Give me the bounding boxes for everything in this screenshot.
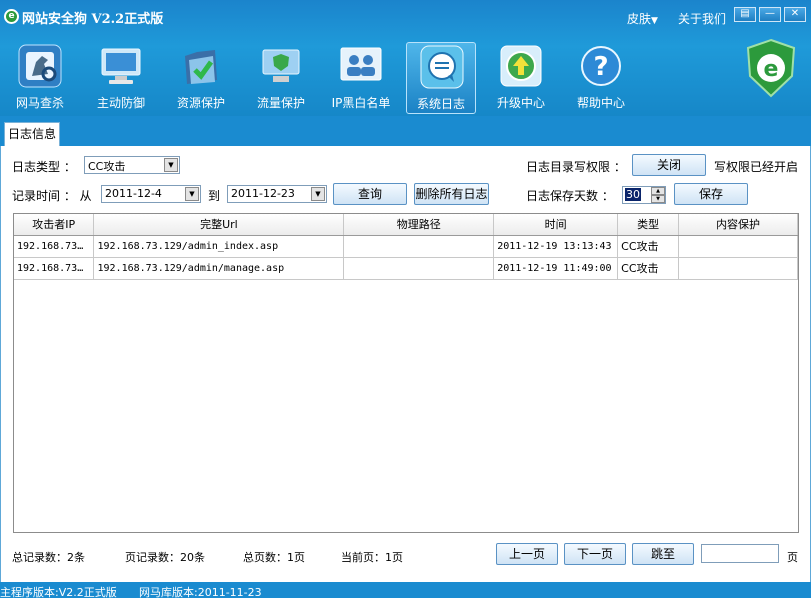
log-type-select[interactable]: CC攻击 ▼ [84, 156, 180, 174]
about-link[interactable]: 关于我们 [678, 10, 726, 27]
table-row[interactable]: 192.168.73… 192.168.73.129/admin/manage.… [14, 257, 798, 280]
to-label: 到 [208, 189, 221, 203]
monitor-shield-icon [101, 48, 141, 84]
cell-ip: 192.168.73… [14, 235, 95, 258]
record-time-label: 记录时间 ： 从 [12, 189, 92, 203]
total-records: 总记录数：2条 [12, 551, 85, 564]
menu-window-button[interactable]: ▤ [734, 7, 756, 22]
prev-page-button[interactable]: 上一页 [496, 543, 558, 565]
cell-type: CC攻击 [617, 257, 680, 280]
horse-scan-icon [18, 44, 62, 88]
tool-active-defense[interactable]: 主动防御 [86, 42, 156, 114]
date-to-value: 2011-12-23 [231, 187, 295, 200]
chevron-down-icon: ▼ [311, 187, 325, 201]
save-button[interactable]: 保存 [674, 183, 748, 205]
write-perm-status: 写权限已经开启 [714, 160, 799, 174]
log-type-value: CC攻击 [88, 160, 126, 173]
date-to-picker[interactable]: 2011-12-23 ▼ [227, 185, 327, 203]
tool-label: 主动防御 [96, 96, 145, 110]
tool-system-log[interactable]: 系统日志 [406, 42, 476, 114]
tab-strip: 日志信息 [0, 116, 811, 146]
keep-days-stepper[interactable]: 30 ▲ ▼ [622, 186, 666, 204]
col-full-url[interactable]: 完整Url [93, 214, 345, 236]
minimize-button[interactable]: — [759, 7, 781, 22]
svg-text:e: e [764, 57, 779, 82]
cell-protect [678, 257, 798, 280]
skin-menu[interactable]: 皮肤▼ [627, 10, 658, 27]
close-perm-button[interactable]: 关闭 [632, 154, 706, 176]
tool-label: 网马查杀 [15, 96, 64, 110]
users-list-icon [340, 47, 382, 81]
page-suffix: 页 [787, 551, 798, 564]
delete-all-logs-button[interactable]: 删除所有日志 [414, 183, 489, 205]
tool-label: IP黑白名单 [331, 96, 391, 110]
write-perm-label: 日志目录写权限 ： [526, 160, 626, 174]
cell-time: 2011-12-19 11:49:00 [493, 257, 619, 280]
screen-shield-icon [262, 49, 300, 82]
chevron-down-icon: ▼ [651, 16, 658, 26]
col-content-protect[interactable]: 内容保护 [678, 214, 798, 236]
keep-days-value: 30 [625, 188, 641, 201]
col-type[interactable]: 类型 [617, 214, 680, 236]
tool-label: 帮助中心 [576, 96, 625, 110]
tool-ip-list[interactable]: IP黑白名单 [326, 42, 396, 114]
log-panel: 日志类型 ： CC攻击 ▼ 日志目录写权限 ： 关闭 写权限已经开启 记录时间 … [0, 146, 811, 582]
chevron-down-icon: ▼ [185, 187, 199, 201]
tool-traffic-protect[interactable]: 流量保护 [246, 42, 316, 114]
log-type-label: 日志类型 ： [12, 160, 76, 174]
page-records: 页记录数：20条 [125, 551, 205, 564]
brand-shield-icon: e [746, 38, 796, 98]
folder-check-icon [185, 50, 217, 84]
cell-type: CC攻击 [617, 235, 680, 258]
cell-time: 2011-12-19 13:13:43 [493, 235, 619, 258]
total-pages: 总页数：1页 [243, 551, 305, 564]
tool-resource-protect[interactable]: 资源保护 [166, 42, 236, 114]
tool-label: 系统日志 [416, 97, 465, 111]
tab-log-info[interactable]: 日志信息 [4, 122, 60, 146]
tool-upgrade-center[interactable]: 升级中心 [486, 42, 556, 114]
chat-log-icon [420, 45, 464, 89]
cell-path [343, 257, 495, 280]
cell-url: 192.168.73.129/admin/manage.asp [93, 257, 345, 280]
page-number-input[interactable] [701, 544, 779, 563]
table-header-row: 攻击者IP 完整Url 物理路径 时间 类型 内容保护 [14, 214, 798, 236]
title-bar: e 网站安全狗 V2.2正式版 皮肤▼ 关于我们 ▤ — ✕ [0, 0, 811, 34]
tool-horse-scan[interactable]: 网马查杀 [5, 42, 75, 114]
col-physical-path[interactable]: 物理路径 [343, 214, 495, 236]
cell-path [343, 235, 495, 258]
current-page: 当前页：1页 [341, 551, 403, 564]
app-logo-icon: e [4, 9, 19, 24]
top-banner: e 网站安全狗 V2.2正式版 皮肤▼ 关于我们 ▤ — ✕ 网马查杀 主动防御… [0, 0, 811, 116]
db-version: 网马库版本:2011-11-23 [139, 586, 262, 598]
keep-days-label: 日志保存天数 ： [526, 189, 614, 203]
app-title: 网站安全狗 V2.2正式版 [22, 12, 164, 27]
chevron-down-icon: ▼ [164, 158, 178, 172]
main-version: 主程序版本:V2.2正式版 [0, 586, 117, 598]
skin-label: 皮肤 [627, 12, 652, 26]
tool-label: 流量保护 [256, 96, 305, 110]
jump-button[interactable]: 跳至 [632, 543, 694, 565]
cell-url: 192.168.73.129/admin_index.asp [93, 235, 345, 258]
date-from-value: 2011-12-4 [105, 187, 162, 200]
cell-ip: 192.168.73… [14, 257, 95, 280]
date-from-picker[interactable]: 2011-12-4 ▼ [101, 185, 201, 203]
next-page-button[interactable]: 下一页 [564, 543, 626, 565]
query-button[interactable]: 查询 [333, 183, 407, 205]
spin-down-icon[interactable]: ▼ [651, 195, 665, 203]
svg-text:?: ? [593, 52, 608, 82]
spin-up-icon[interactable]: ▲ [651, 187, 665, 195]
col-attacker-ip[interactable]: 攻击者IP [14, 214, 95, 236]
col-time[interactable]: 时间 [493, 214, 619, 236]
tool-label: 资源保护 [176, 96, 225, 110]
upgrade-arrow-icon [500, 45, 542, 87]
status-bar: 主程序版本:V2.2正式版 网马库版本:2011-11-23 [0, 582, 811, 598]
cell-protect [678, 235, 798, 258]
log-table[interactable]: 攻击者IP 完整Url 物理路径 时间 类型 内容保护 192.168.73… … [13, 213, 799, 533]
tool-label: 升级中心 [496, 96, 545, 110]
help-question-icon: ? [581, 46, 621, 86]
table-row[interactable]: 192.168.73… 192.168.73.129/admin_index.a… [14, 235, 798, 258]
tool-help-center[interactable]: ? 帮助中心 [566, 42, 636, 114]
close-window-button[interactable]: ✕ [784, 7, 806, 22]
